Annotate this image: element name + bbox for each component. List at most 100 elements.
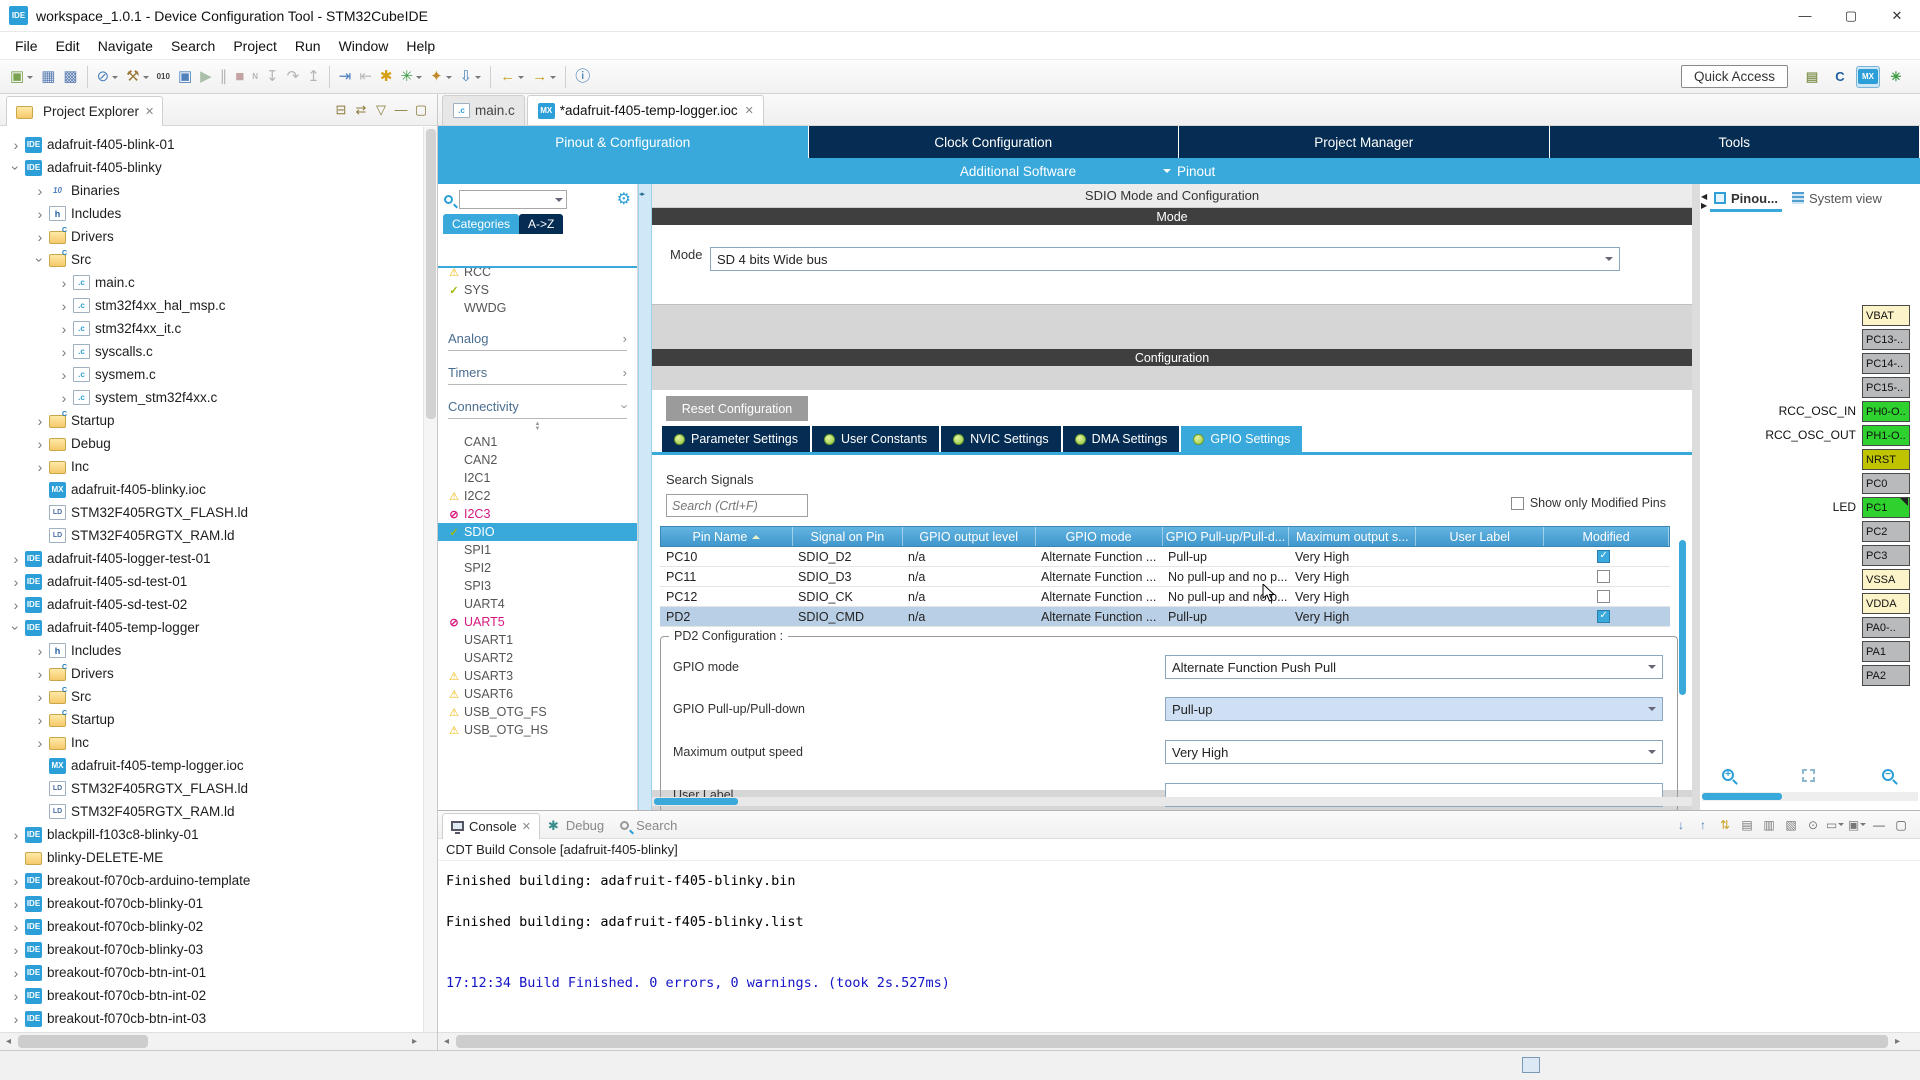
peripheral-item-usart3[interactable]: ⚠USART3 <box>438 667 637 685</box>
config-tab-user-constants[interactable]: User Constants <box>812 426 939 452</box>
peripheral-item-sdio[interactable]: ✓SDIO <box>438 523 637 541</box>
menu-file[interactable]: File <box>6 35 47 57</box>
peripheral-item-usb_otg_fs[interactable]: ⚠USB_OTG_FS <box>438 703 637 721</box>
tree-item[interactable]: ›Inc <box>0 455 423 478</box>
tree-item[interactable]: ›IDEbreakout-f070cb-blinky-02 <box>0 915 423 938</box>
build-icon[interactable]: ⚒ <box>123 64 151 90</box>
tree-expand-icon[interactable]: › <box>8 574 24 590</box>
tree-item[interactable]: LDSTM32F405RGTX_FLASH.ld <box>0 501 423 524</box>
collapse-all-icon[interactable]: ⊟ <box>331 100 351 120</box>
tree-expand-icon[interactable]: › <box>56 390 72 406</box>
step-return-icon[interactable]: ↥ <box>304 64 323 90</box>
tree-item[interactable]: ›IDEadafruit-f405-sd-test-01 <box>0 570 423 593</box>
pinout-menu-button[interactable]: Pinout <box>1163 158 1215 184</box>
close-view-icon[interactable]: ✕ <box>145 105 154 118</box>
tree-item[interactable]: ›Src <box>0 248 423 271</box>
peripheral-item-i2c3[interactable]: ⊘I2C3 <box>438 505 637 523</box>
tree-item[interactable]: blinky-DELETE-ME <box>0 846 423 869</box>
tree-expand-icon[interactable]: › <box>8 827 24 843</box>
tab-pinout-configuration[interactable]: Pinout & Configuration <box>438 126 809 158</box>
pinout-tab-system-view[interactable]: System view <box>1792 184 1882 212</box>
tree-item[interactable]: ›Startup <box>0 708 423 731</box>
console-tab-search[interactable]: Search <box>612 813 685 839</box>
reset-configuration-button[interactable]: Reset Configuration <box>666 396 808 421</box>
clear-console-icon[interactable]: ▧ <box>1781 815 1801 835</box>
show-modified-pins-checkbox[interactable] <box>1511 497 1524 510</box>
close-tab-icon[interactable]: ✕ <box>522 820 531 833</box>
tree-expand-icon[interactable]: › <box>32 183 48 199</box>
run-launch-icon[interactable]: ✦ <box>427 64 455 90</box>
view-menu-icon[interactable]: ▽ <box>371 100 391 120</box>
pin-pc13[interactable]: PC13-.. <box>1862 329 1910 350</box>
step-over-icon[interactable]: ↷ <box>284 64 303 90</box>
tree-item[interactable]: ›IDEbreakout-f070cb-btn-int-03 <box>0 1007 423 1030</box>
sidebar-tab-az[interactable]: A->Z <box>519 214 563 234</box>
tree-expand-icon[interactable]: › <box>32 643 48 659</box>
console-horizontal-scrollbar[interactable]: ◂ ▸ <box>438 1032 1920 1050</box>
maximize-console-icon[interactable]: ▢ <box>1891 815 1911 835</box>
pin-pc15[interactable]: PC15-.. <box>1862 377 1910 398</box>
tree-expand-icon[interactable]: › <box>8 965 24 981</box>
tree-expand-icon[interactable]: › <box>32 413 48 429</box>
tree-item[interactable]: ›IDEbreakout-f070cb-btn-int-01 <box>0 961 423 984</box>
minimize-view-icon[interactable]: — <box>391 100 411 119</box>
pin-pa2[interactable]: PA2 <box>1862 665 1910 686</box>
back-icon[interactable]: ← <box>497 64 527 90</box>
save-icon[interactable]: ▦ <box>38 64 58 90</box>
open-perspective-icon[interactable]: ▤ <box>1800 66 1824 88</box>
pin-nrst[interactable]: NRST <box>1862 449 1910 470</box>
pin-vbat[interactable]: VBAT <box>1862 305 1910 326</box>
tree-expand-icon[interactable]: › <box>32 229 48 245</box>
tree-item[interactable]: ›IDEbreakout-f070cb-blinky-01 <box>0 892 423 915</box>
editor-tab[interactable]: MX*adafruit-f405-temp-logger.ioc✕ <box>527 95 764 125</box>
peripheral-item-uart4[interactable]: UART4 <box>438 595 637 613</box>
peripheral-item-i2c1[interactable]: I2C1 <box>438 469 637 487</box>
pinout-tab-pinout[interactable]: Pinou... <box>1714 184 1778 212</box>
peripheral-item-can1[interactable]: CAN1 <box>438 433 637 451</box>
pinout-splitter[interactable] <box>1692 184 1700 810</box>
explorer-vscroll-thumb[interactable] <box>426 129 436 419</box>
run-last-icon[interactable]: ⇥ <box>336 64 355 90</box>
project-explorer-tab[interactable]: Project Explorer ✕ <box>6 96 163 126</box>
column-header[interactable]: GPIO Pull-up/Pull-d... <box>1163 527 1290 546</box>
tree-item[interactable]: ›.csyscalls.c <box>0 340 423 363</box>
tree-expand-icon[interactable]: › <box>8 1011 24 1027</box>
tree-item[interactable]: ›.csysmem.c <box>0 363 423 386</box>
minimize-button[interactable]: — <box>1782 0 1828 32</box>
pinout-horizontal-scrollbar[interactable] <box>1702 792 1918 801</box>
column-header[interactable]: Maximum output s... <box>1289 527 1416 546</box>
tree-item[interactable]: ›IDEbreakout-f070cb-blinky-03 <box>0 938 423 961</box>
additional-software-button[interactable]: Additional Software <box>918 158 1118 184</box>
tree-item[interactable]: ›hIncludes <box>0 639 423 662</box>
new-wizard-icon[interactable]: ▣ <box>7 64 36 90</box>
tree-item[interactable]: ›Startup <box>0 409 423 432</box>
dropdown-caret-icon[interactable] <box>143 76 149 82</box>
peripheral-item-usart6[interactable]: ⚠USART6 <box>438 685 637 703</box>
tree-expand-icon[interactable]: › <box>8 160 24 176</box>
tree-expand-icon[interactable]: › <box>32 712 48 728</box>
explorer-horizontal-scrollbar[interactable]: ◂ ▸ <box>0 1032 437 1050</box>
tree-item[interactable]: ›Drivers <box>0 225 423 248</box>
pin-pc0[interactable]: PC0 <box>1862 473 1910 494</box>
field-select-maximum-output-speed[interactable]: Very High <box>1165 740 1663 764</box>
tree-item[interactable]: ›IDEadafruit-f405-blinky <box>0 156 423 179</box>
config-tab-gpio-settings[interactable]: GPIO Settings <box>1181 426 1302 452</box>
close-tab-icon[interactable]: ✕ <box>745 104 754 117</box>
zoom-in-icon[interactable]: + <box>1722 769 1738 785</box>
column-header[interactable]: GPIO mode <box>1036 527 1163 546</box>
info-icon[interactable]: ⓘ <box>572 64 593 90</box>
scroll-right-icon[interactable]: ▸ <box>406 1033 423 1050</box>
pin-pc2[interactable]: PC2 <box>1862 521 1910 542</box>
tree-item[interactable]: ›IDEadafruit-f405-blink-01 <box>0 133 423 156</box>
explorer-hscroll-thumb[interactable] <box>18 1035 148 1048</box>
config-tab-dma-settings[interactable]: DMA Settings <box>1063 426 1180 452</box>
tree-item[interactable]: ›IDEadafruit-f405-logger-test-01 <box>0 547 423 570</box>
pin-ph0o[interactable]: PH0-O.. <box>1862 401 1910 422</box>
modified-checkbox[interactable] <box>1597 570 1610 583</box>
category-section-timers[interactable]: Timers› <box>448 361 627 385</box>
column-header[interactable]: Pin Name <box>661 527 793 546</box>
column-header[interactable]: GPIO output level <box>903 527 1036 546</box>
deviceconfig-perspective-icon[interactable]: MX <box>1856 66 1880 88</box>
open-console-icon[interactable]: ▣ <box>1847 815 1867 835</box>
dropdown-caret-icon[interactable] <box>518 76 524 82</box>
